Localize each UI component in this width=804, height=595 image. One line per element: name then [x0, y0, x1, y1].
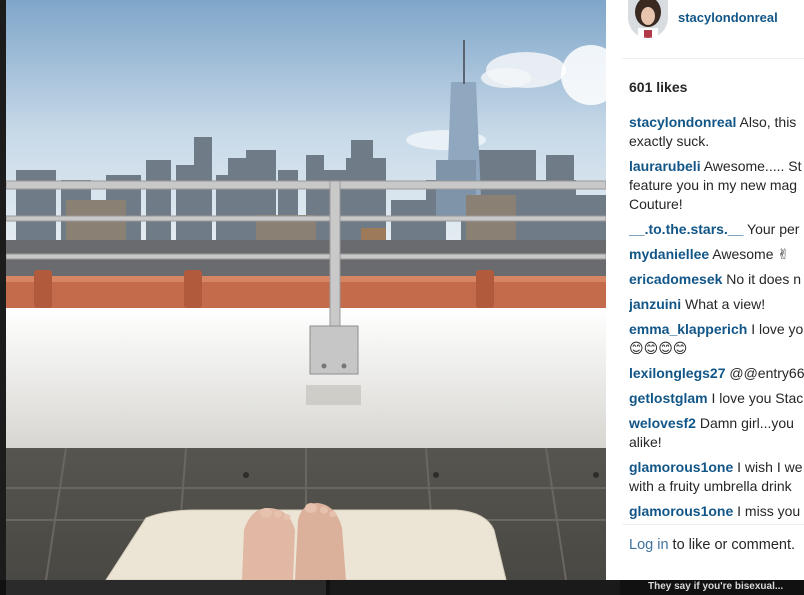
- comment-line: welovesf2 Damn girl...you: [629, 414, 804, 433]
- login-link[interactable]: Log in: [629, 537, 669, 553]
- comment-text: I miss you: [737, 503, 801, 519]
- comment-line: exactly suck.: [629, 132, 804, 151]
- comment-text: exactly suck.: [629, 133, 710, 149]
- comment-line: glamorous1one I miss you: [629, 502, 804, 521]
- comment-username[interactable]: welovesf2: [629, 415, 696, 431]
- comment-line: emma_klapperich I love yo: [629, 320, 804, 339]
- comment-line: glamorous1one I wish I we: [629, 458, 804, 477]
- comment-text: Your per: [747, 221, 800, 237]
- comment-line: 😊😊😊😊: [629, 339, 804, 358]
- comment-text: 😊😊😊😊: [629, 340, 688, 356]
- comment-text: Damn girl...you: [699, 415, 794, 431]
- related-posts-strip: They say if you're bisexual...: [0, 580, 804, 595]
- comment-line: __.to.the.stars.__ Your per: [629, 220, 804, 239]
- comment-text: with a fruity umbrella drink: [629, 478, 792, 494]
- comment-line: getlostglam I love you Stac: [629, 389, 804, 408]
- login-prompt: Log in to like or comment.: [629, 537, 795, 553]
- comment-line: janzuini What a view!: [629, 295, 804, 314]
- comment-text: Also, this: [739, 114, 797, 130]
- comment-line: laurarubeli Awesome..... St: [629, 157, 804, 176]
- comment-username[interactable]: stacylondonreal: [629, 114, 736, 130]
- comment-text: No it does n: [726, 271, 802, 287]
- comment-username[interactable]: mydaniellee: [629, 246, 709, 262]
- post-author-username[interactable]: stacylondonreal: [678, 10, 778, 25]
- comment-line: lexilonglegs27 @@entry66: [629, 364, 804, 383]
- post-sidebar: stacylondonreal 601 likes stacylondonrea…: [606, 0, 804, 580]
- avatar[interactable]: [628, 0, 668, 38]
- comment-username[interactable]: glamorous1one: [629, 503, 733, 519]
- comment-line: feature you in my new mag: [629, 176, 804, 195]
- comment-text: Couture!: [629, 196, 683, 212]
- comment-username[interactable]: janzuini: [629, 296, 681, 312]
- comment-username[interactable]: laurarubeli: [629, 158, 701, 174]
- comment-username[interactable]: glamorous1one: [629, 459, 733, 475]
- comment-text: @@entry66: [729, 365, 804, 381]
- divider: [622, 524, 804, 525]
- profile-photo-icon: [628, 0, 668, 38]
- comment-text: Awesome..... St: [703, 158, 802, 174]
- comment-line: mydaniellee Awesome ✌: [629, 245, 804, 264]
- divider: [622, 58, 804, 59]
- related-thumbnail[interactable]: [6, 580, 326, 595]
- comment-username[interactable]: getlostglam: [629, 390, 708, 406]
- comment-text: I love you Stac: [711, 390, 804, 406]
- comment-username[interactable]: __.to.the.stars.__: [629, 221, 743, 237]
- comment-username[interactable]: lexilonglegs27: [629, 365, 725, 381]
- login-prompt-text: to like or comment.: [668, 537, 796, 553]
- comment-text: I love yo: [751, 321, 804, 337]
- related-caption: They say if you're bisexual...: [648, 581, 784, 592]
- related-thumbnail[interactable]: [330, 580, 620, 595]
- comment-text: alike!: [629, 434, 662, 450]
- comment-line: Couture!: [629, 195, 804, 214]
- comment-text: feature you in my new mag: [629, 177, 798, 193]
- comments-list: stacylondonreal Also, this exactly suck. l…: [629, 113, 804, 521]
- post-header: stacylondonreal: [606, 0, 804, 38]
- comment-line: stacylondonreal Also, this: [629, 113, 804, 132]
- comment-line: alike!: [629, 433, 804, 452]
- comment-username[interactable]: emma_klapperich: [629, 321, 747, 337]
- comment-username[interactable]: ericadomesek: [629, 271, 722, 287]
- rooftop-skyline-photo: [6, 0, 606, 580]
- comment-text: I wish I we: [737, 459, 803, 475]
- comment-text: What a view!: [685, 296, 766, 312]
- comment-text: Awesome ✌: [712, 246, 790, 262]
- likes-count[interactable]: 601 likes: [629, 79, 687, 95]
- comment-line: with a fruity umbrella drink: [629, 477, 804, 496]
- comment-line: ericadomesek No it does n: [629, 270, 804, 289]
- post-photo[interactable]: [6, 0, 606, 580]
